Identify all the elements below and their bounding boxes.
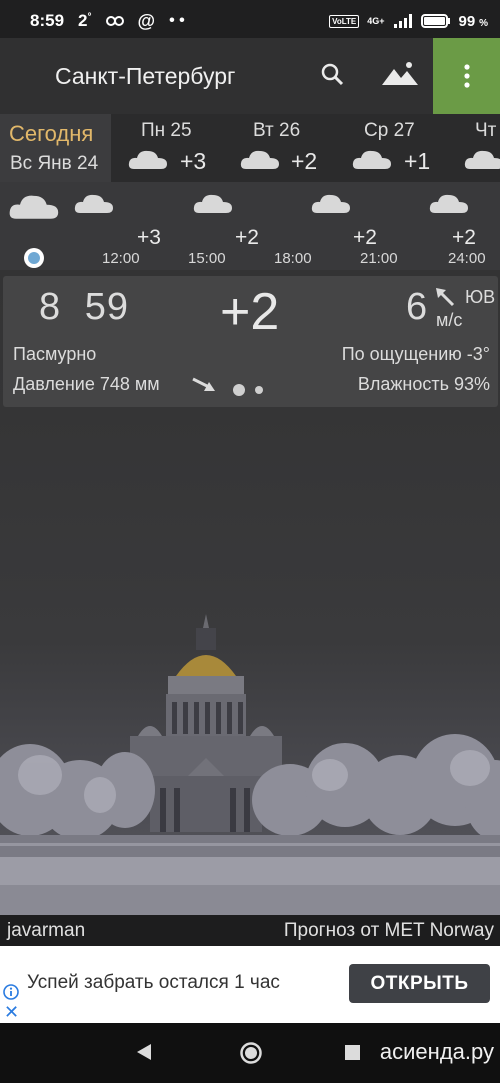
watermark: асиенда.ру: [379, 1039, 494, 1064]
cloud-icon: [311, 194, 350, 213]
condition-text: Пасмурно: [13, 344, 97, 364]
credits-bar: javarman Прогноз от MET Norway: [0, 915, 500, 946]
home-icon[interactable]: [239, 1041, 263, 1070]
pressure-trend-arrow-icon: [191, 376, 217, 399]
ad-text: Успей забрать остался 1 час: [27, 972, 280, 993]
hour-temp: +2: [353, 226, 377, 249]
link-icon: [105, 15, 124, 27]
hour-time: 12:00: [102, 250, 140, 267]
day-name: Пн 25: [141, 120, 192, 141]
weather-app-screen: 8:59 2° @ • • VoLTE 4G+ 99 % Санкт-Петер…: [0, 0, 500, 1083]
system-nav-bar: асиенда.ру: [0, 1023, 500, 1083]
cloud-icon: [9, 195, 59, 219]
day-tab-today[interactable]: Сегодня Вс Янв 24: [0, 114, 111, 182]
current-temperature: +2: [220, 283, 280, 341]
hour-time: 21:00: [360, 250, 398, 267]
hour-time: 15:00: [188, 250, 226, 267]
volte-icon: VoLTE: [329, 14, 360, 28]
hour-temp: +3: [137, 226, 161, 249]
hour-time: 24:00: [448, 250, 486, 267]
today-date: Вс Янв 24: [10, 153, 99, 174]
app-bar: Санкт-Петербург: [0, 38, 500, 114]
overflow-menu-button[interactable]: [433, 38, 500, 114]
status-time: 8:59: [30, 11, 65, 30]
cloud-icon: [128, 150, 167, 169]
current-time-marker: [24, 248, 44, 268]
day-name: Чт: [475, 120, 497, 141]
back-icon[interactable]: [136, 1043, 152, 1066]
hour-temp: +2: [452, 226, 476, 249]
signal-icon: [393, 14, 413, 28]
wind-speed: 6: [406, 286, 428, 328]
background-image-icon[interactable]: [381, 60, 419, 93]
day-temp: +3: [180, 148, 207, 174]
hourly-forecast-strip[interactable]: +3 12:00 +2 15:00 18:00 +2 21:00 +2 24:0…: [0, 182, 500, 270]
wind-direction: ЮВ: [465, 287, 496, 307]
page-dot: [255, 386, 263, 394]
today-label: Сегодня: [9, 121, 94, 146]
hour-temp: +2: [235, 226, 259, 249]
status-bar: 8:59 2° @ • • VoLTE 4G+ 99 %: [0, 0, 500, 42]
cloud-icon: [464, 150, 500, 169]
ad-open-button[interactable]: ОТКРЫТЬ: [349, 964, 490, 1003]
current-weather-card[interactable]: 8 59 +2 6 ЮВ м/с Пасмурно По ощущению -3…: [3, 276, 498, 407]
search-icon[interactable]: [320, 62, 346, 93]
day-name: Вт 26: [253, 120, 301, 141]
cloud-icon: [74, 194, 113, 213]
current-time: 8 59: [39, 286, 129, 328]
cloud-icon: [429, 194, 468, 213]
day-temp: +1: [404, 148, 431, 174]
more-vert-icon: [463, 64, 470, 88]
ad-close-icon[interactable]: ✕: [4, 1002, 19, 1023]
notification-count: 2°: [78, 11, 92, 30]
feels-like: По ощущению -3°: [341, 344, 490, 364]
humidity: Влажность 93%: [357, 374, 490, 394]
recents-icon[interactable]: [345, 1045, 360, 1065]
network-type-icon: 4G+: [367, 16, 385, 26]
wind-direction-arrow-icon: [434, 286, 456, 313]
wind-unit: м/с: [436, 310, 463, 330]
cloud-icon: [240, 150, 279, 169]
city-title[interactable]: Санкт-Петербург: [55, 63, 235, 90]
forecast-source[interactable]: Прогноз от MET Norway: [284, 920, 494, 942]
day-temp: +2: [291, 148, 318, 174]
battery-percent: 99 %: [458, 12, 488, 30]
ad-banner[interactable]: ✕ Успей забрать остался 1 час ОТКРЫТЬ: [0, 946, 500, 1023]
cloud-icon: [193, 194, 232, 213]
daily-forecast-row: Сегодня Вс Янв 24 Пн 25 +3 Вт 26 +2 Ср 2…: [0, 114, 500, 182]
at-icon: @: [137, 10, 156, 31]
photo-author[interactable]: javarman: [7, 920, 85, 942]
more-dots-icon: • •: [169, 12, 185, 29]
day-tab-thu[interactable]: Чт: [462, 114, 500, 182]
page-dot-active: [233, 384, 245, 396]
pressure: Давление 748 мм: [13, 374, 160, 394]
hour-time: 18:00: [274, 250, 312, 267]
day-name: Ср 27: [364, 120, 415, 141]
cloud-icon: [352, 150, 391, 169]
page-indicator: [233, 384, 263, 396]
battery-icon: [420, 14, 451, 28]
